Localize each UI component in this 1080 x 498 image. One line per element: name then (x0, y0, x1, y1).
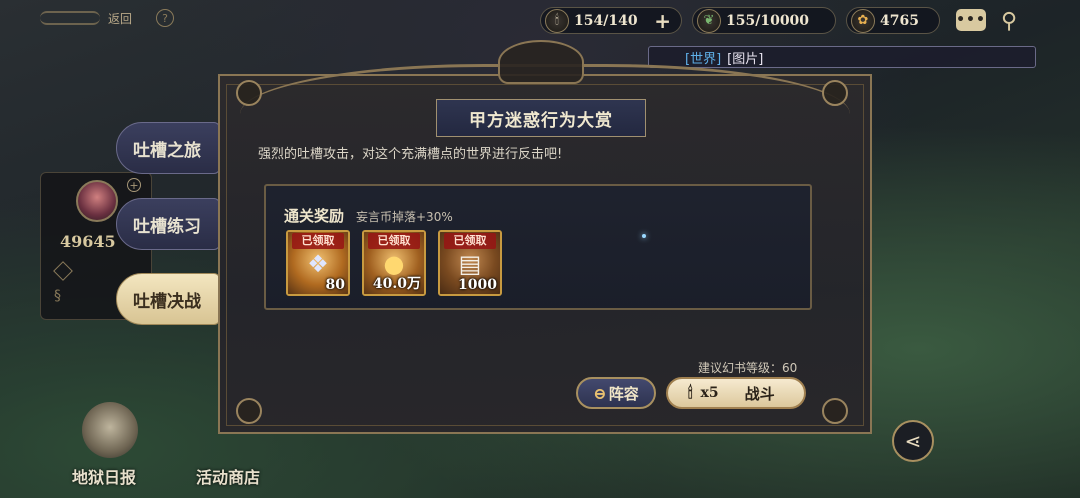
reward-qty: 1000 (458, 277, 497, 293)
reward-bonus: 妄言币掉落+30% (356, 210, 453, 224)
corner-ornament (236, 80, 262, 106)
reward-title: 通关奖励 (284, 207, 345, 225)
tab-journey[interactable]: 吐槽之旅 (116, 122, 220, 174)
lineup-button[interactable]: ⊖ 阵容 (576, 377, 656, 409)
power-value: 49645 (60, 232, 116, 251)
chat-message: [图片] (727, 51, 764, 67)
tab-showdown[interactable]: 吐槽决战 (116, 273, 220, 325)
claimed-badge: 已领取 (444, 233, 496, 249)
tab-journey-label: 吐槽之旅 (133, 140, 201, 161)
tab-showdown-label: 吐槽决战 (133, 291, 201, 312)
coin-value: 4765 (880, 12, 919, 29)
corner-ornament (822, 80, 848, 106)
reward-item-crystal[interactable]: 已领取 ❖ 80 (286, 230, 350, 296)
corner-ornament (822, 398, 848, 424)
reward-qty: 80 (325, 277, 345, 293)
reward-item-exp[interactable]: 已领取 ▤ 1000 (438, 230, 502, 296)
chat-channel: [世界] (685, 51, 722, 67)
crystal-feather-icon: ❖ (307, 250, 329, 278)
reward-qty: 40.0万 (372, 276, 421, 292)
tab-practice[interactable]: 吐槽练习 (116, 198, 220, 250)
back-control[interactable]: 返回 ? (40, 6, 175, 30)
help-icon[interactable]: ? (156, 9, 175, 27)
battle-cost: x5 (700, 385, 719, 401)
battle-button[interactable]: 🕯 x5 战斗 (666, 377, 806, 409)
chat-icon[interactable]: ••• (956, 9, 986, 31)
player-avatar[interactable] (76, 180, 118, 222)
claimed-badge: 已领取 (368, 233, 420, 249)
add-stamina-button[interactable]: + (654, 11, 671, 31)
battle-label: 战斗 (744, 384, 775, 403)
tab-practice-label: 吐槽练习 (133, 216, 201, 237)
location-pin-icon[interactable]: ⚲ (998, 8, 1020, 34)
leaf-value: 155/10000 (726, 12, 810, 29)
lineup-label: 阵容 (608, 384, 639, 403)
exp-scroll-icon: ▤ (458, 250, 482, 278)
daily-report-label[interactable]: 地狱日报 (72, 464, 136, 488)
daily-mascot-icon[interactable] (82, 402, 138, 458)
chat-ticker[interactable]: [世界] [图片] (648, 46, 1036, 68)
reward-item-gold[interactable]: 已领取 ● 40.0万 (362, 230, 426, 296)
stamina-value: 154/140 (574, 12, 638, 29)
resource-leaf: ❦ 155/10000 (692, 7, 836, 34)
add-icon[interactable]: + (127, 178, 141, 192)
share-icon[interactable]: ⋖ (892, 420, 934, 462)
candle-icon: 🕯 (545, 8, 569, 33)
resource-coin: ✿ 4765 (846, 7, 940, 34)
sparkle-decoration (642, 234, 646, 238)
crest-ornament (498, 40, 584, 84)
resource-stamina: 🕯 154/140 + (540, 7, 682, 34)
back-label[interactable]: 返回 (108, 10, 132, 27)
swirl-icon: § (54, 288, 61, 304)
corner-ornament (236, 398, 262, 424)
event-shop-label[interactable]: 活动商店 (196, 464, 260, 488)
lock-icon: ⊖ (593, 383, 607, 403)
stage-title: 甲方迷惑行为大赏 (436, 99, 646, 137)
claimed-badge: 已领取 (292, 233, 344, 249)
candle-icon: 🕯 (688, 383, 693, 402)
stage-subtitle: 强烈的吐槽攻击，对这个充满槽点的世界进行反击吧! (258, 147, 563, 162)
coin-icon: ✿ (851, 8, 875, 33)
recommended-level: 建议幻书等级：60 (698, 361, 798, 375)
leaf-icon: ❦ (697, 8, 721, 33)
back-arrow-icon[interactable] (40, 11, 100, 25)
